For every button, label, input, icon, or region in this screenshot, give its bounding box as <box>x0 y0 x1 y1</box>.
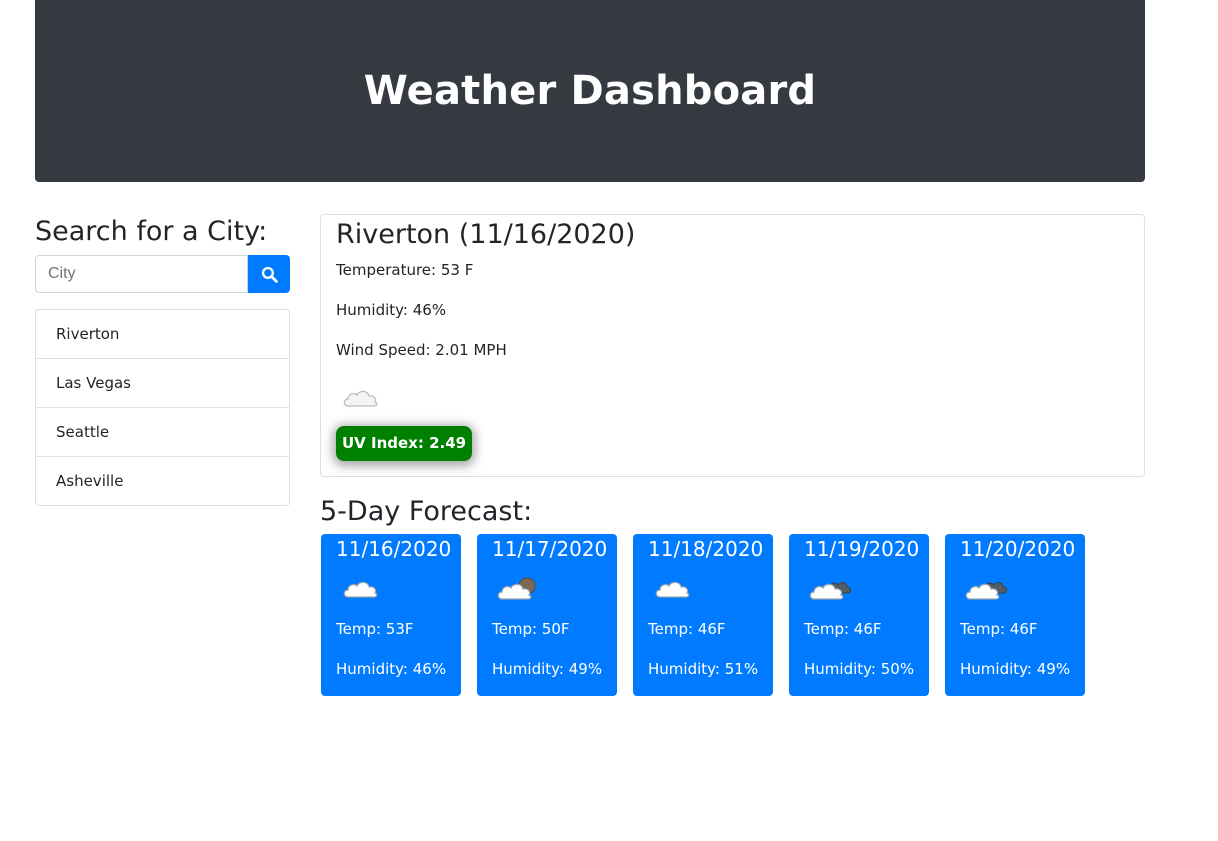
forecast-temp: Temp: 50F <box>492 620 570 638</box>
forecast-temp: Temp: 46F <box>804 620 882 638</box>
sidebar: Search for a City: Riverton Las Vegas Se… <box>35 214 290 506</box>
current-city-title: Riverton (11/16/2020) <box>336 219 636 250</box>
page-title: Weather Dashboard <box>363 68 817 114</box>
cloud-moon-icon <box>497 576 539 607</box>
search-heading: Search for a City: <box>35 216 268 247</box>
forecast-humidity: Humidity: 49% <box>492 660 603 678</box>
search-icon <box>261 266 278 283</box>
cloud-icon <box>341 576 381 607</box>
forecast-humidity: Humidity: 49% <box>960 660 1071 678</box>
forecast-humidity: Humidity: 51% <box>648 660 759 678</box>
current-humidity: Humidity: 46% <box>336 301 447 319</box>
uv-index-badge: UV Index: 2.49 <box>336 426 473 461</box>
forecast-cards: 11/16/2020 Temp: 53F Humidity: 46% 11/17… <box>321 534 1101 696</box>
forecast-date: 11/20/2020 <box>960 537 1076 561</box>
forecast-card: 11/20/2020 Temp: 46F Humidity: 49% <box>945 534 1085 696</box>
history-item-asheville[interactable]: Asheville <box>36 457 289 505</box>
cloud-icon <box>341 385 381 416</box>
forecast-card: 11/19/2020 Temp: 46F Humidity: 50% <box>789 534 929 696</box>
forecast-card: 11/17/2020 Temp: 50F Humidity: 49% <box>477 534 617 696</box>
forecast-date: 11/17/2020 <box>492 537 608 561</box>
forecast-date: 11/16/2020 <box>336 537 452 561</box>
current-weather-panel: Riverton (11/16/2020) Temperature: 53 F … <box>320 214 1145 477</box>
forecast-temp: Temp: 46F <box>648 620 726 638</box>
forecast-card: 11/18/2020 Temp: 46F Humidity: 51% <box>633 534 773 696</box>
forecast-date: 11/18/2020 <box>648 537 764 561</box>
forecast-card: 11/16/2020 Temp: 53F Humidity: 46% <box>321 534 461 696</box>
broken-clouds-icon <box>965 576 1009 607</box>
search-history-list: Riverton Las Vegas Seattle Asheville <box>35 309 290 506</box>
cloud-icon <box>653 576 693 607</box>
forecast-temp: Temp: 53F <box>336 620 414 638</box>
header-banner: Weather Dashboard <box>35 0 1145 182</box>
broken-clouds-icon <box>809 576 853 607</box>
current-temperature: Temperature: 53 F <box>336 261 474 279</box>
history-item-las-vegas[interactable]: Las Vegas <box>36 359 289 408</box>
forecast-date: 11/19/2020 <box>804 537 920 561</box>
history-item-riverton[interactable]: Riverton <box>36 310 289 359</box>
history-item-seattle[interactable]: Seattle <box>36 408 289 457</box>
forecast-humidity: Humidity: 50% <box>804 660 915 678</box>
forecast-heading: 5-Day Forecast: <box>320 496 533 527</box>
search-button[interactable] <box>248 255 290 293</box>
current-wind-speed: Wind Speed: 2.01 MPH <box>336 341 507 359</box>
forecast-humidity: Humidity: 46% <box>336 660 447 678</box>
search-group <box>35 255 290 293</box>
forecast-temp: Temp: 46F <box>960 620 1038 638</box>
city-search-input[interactable] <box>35 255 248 293</box>
